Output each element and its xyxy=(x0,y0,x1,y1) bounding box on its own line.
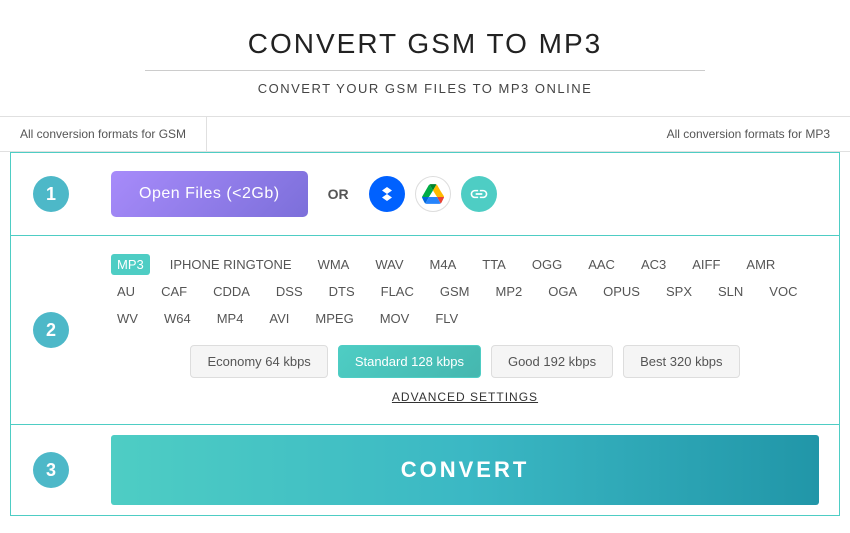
step2-number-col: 2 xyxy=(11,312,91,348)
advanced-settings-link[interactable]: ADVANCED SETTINGS xyxy=(392,390,538,404)
quality-btn-standard[interactable]: Standard 128 kbps xyxy=(338,345,481,378)
quality-btn-best[interactable]: Best 320 kbps xyxy=(623,345,739,378)
format-tag-sln[interactable]: SLN xyxy=(712,281,749,302)
page-header: CONVERT GSM TO MP3 CONVERT YOUR GSM FILE… xyxy=(0,0,850,116)
quality-btn-good[interactable]: Good 192 kbps xyxy=(491,345,613,378)
page-subtitle: CONVERT YOUR GSM FILES TO MP3 ONLINE xyxy=(20,81,830,96)
format-tag-spx[interactable]: SPX xyxy=(660,281,698,302)
format-tag-wav[interactable]: WAV xyxy=(369,254,409,275)
format-tag-dts[interactable]: DTS xyxy=(323,281,361,302)
step2-content: MP3 IPHONE RINGTONE WMA WAV M4A TTA OGG AAC AC3 A… xyxy=(91,236,839,424)
tab-mp3-formats[interactable]: All conversion formats for MP3 xyxy=(647,117,850,151)
quality-row: Economy 64 kbps Standard 128 kbps Good 192… xyxy=(111,345,819,378)
format-tag-mpeg[interactable]: MPEG xyxy=(309,308,359,329)
format-tag-caf[interactable]: CAF xyxy=(155,281,193,302)
convert-button[interactable]: CONVERT xyxy=(111,435,819,505)
format-tag-aac[interactable]: AAC xyxy=(582,254,621,275)
page-title: CONVERT GSM TO MP3 xyxy=(20,28,830,60)
cloud-icons xyxy=(369,176,497,212)
open-files-button[interactable]: Open Files (<2Gb) xyxy=(111,171,308,217)
format-tag-wma[interactable]: WMA xyxy=(312,254,356,275)
format-tag-oga[interactable]: OGA xyxy=(542,281,583,302)
step2-circle: 2 xyxy=(33,312,69,348)
gdrive-icon[interactable] xyxy=(415,176,451,212)
step2-row: 2 MP3 IPHONE RINGTONE WMA WAV M4A TTA OGG AAC AC… xyxy=(11,236,839,425)
step1-row: 1 Open Files (<2Gb) OR xyxy=(11,153,839,236)
format-tag-au[interactable]: AU xyxy=(111,281,141,302)
step1-number-col: 1 xyxy=(11,176,91,212)
tab-gsm-formats[interactable]: All conversion formats for GSM xyxy=(0,117,207,151)
dropbox-icon[interactable] xyxy=(369,176,405,212)
or-label: OR xyxy=(328,186,349,202)
format-tag-flac[interactable]: FLAC xyxy=(375,281,420,302)
step1-content: Open Files (<2Gb) OR xyxy=(91,153,839,235)
format-tag-aiff[interactable]: AIFF xyxy=(686,254,726,275)
link-icon[interactable] xyxy=(461,176,497,212)
format-tag-cdda[interactable]: CDDA xyxy=(207,281,256,302)
step3-row: 3 CONVERT xyxy=(11,425,839,515)
format-tag-amr[interactable]: AMR xyxy=(740,254,781,275)
format-tag-mp4[interactable]: MP4 xyxy=(211,308,250,329)
advanced-link: ADVANCED SETTINGS xyxy=(111,388,819,406)
format-tag-ac3[interactable]: AC3 xyxy=(635,254,672,275)
step3-circle: 3 xyxy=(33,452,69,488)
format-tag-dss[interactable]: DSS xyxy=(270,281,309,302)
format-tag-mp3[interactable]: MP3 xyxy=(111,254,150,275)
format-tag-voc[interactable]: VOC xyxy=(763,281,803,302)
header-divider xyxy=(145,70,705,71)
format-tag-wv[interactable]: WV xyxy=(111,308,144,329)
format-tag-tta[interactable]: TTA xyxy=(476,254,512,275)
tabs-bar: All conversion formats for GSM All conve… xyxy=(0,116,850,152)
format-tag-avi[interactable]: AVI xyxy=(263,308,295,329)
quality-btn-economy[interactable]: Economy 64 kbps xyxy=(190,345,327,378)
step1-circle: 1 xyxy=(33,176,69,212)
format-tag-iphone-ringtone[interactable]: IPHONE RINGTONE xyxy=(164,254,298,275)
step3-content: CONVERT xyxy=(91,425,839,515)
format-tag-gsm[interactable]: GSM xyxy=(434,281,476,302)
step3-number-col: 3 xyxy=(11,452,91,488)
main-content: 1 Open Files (<2Gb) OR xyxy=(10,152,840,516)
format-tag-ogg[interactable]: OGG xyxy=(526,254,568,275)
format-grid: MP3 IPHONE RINGTONE WMA WAV M4A TTA OGG AAC AC3 A… xyxy=(111,254,819,329)
format-tag-opus[interactable]: OPUS xyxy=(597,281,646,302)
format-tag-mp2[interactable]: MP2 xyxy=(490,281,529,302)
format-tag-mov[interactable]: MOV xyxy=(374,308,416,329)
format-tag-m4a[interactable]: M4A xyxy=(424,254,463,275)
format-tag-w64[interactable]: W64 xyxy=(158,308,197,329)
format-tag-flv[interactable]: FLV xyxy=(429,308,464,329)
